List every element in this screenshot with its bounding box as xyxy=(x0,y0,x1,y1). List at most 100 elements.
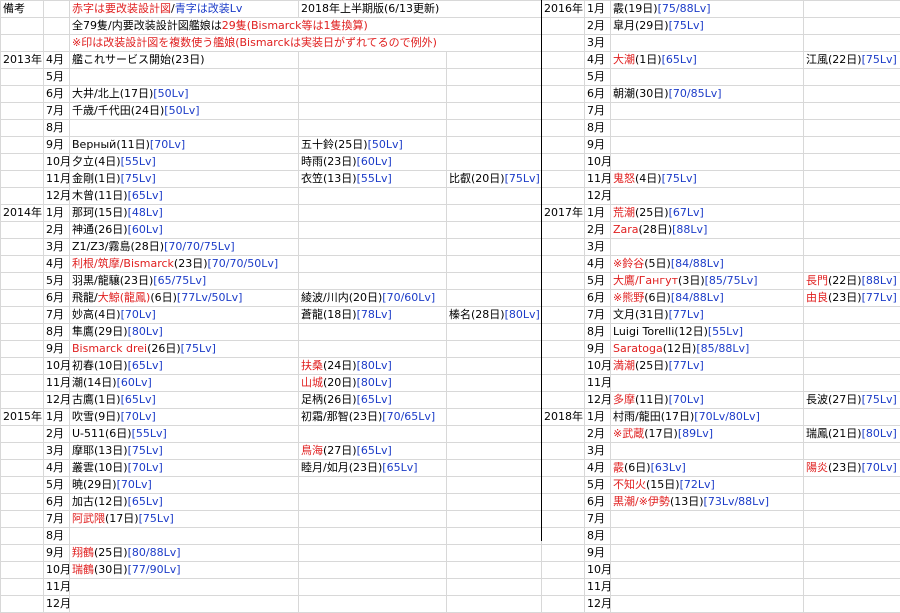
ship-entry-cell xyxy=(611,375,804,392)
month-row: 8月隼鷹(29日)[80Lv] xyxy=(1,324,542,341)
ship-entry-cell xyxy=(804,1,900,18)
ship-entry-cell: 千歳/千代田(24日)[50Lv] xyxy=(70,103,299,120)
ship-entry-cell xyxy=(447,596,542,613)
month-row: 2016年1月霰(19日)[75/88Lv] xyxy=(542,1,900,18)
ship-entry-cell xyxy=(447,239,542,256)
month-row: 10月 xyxy=(542,562,900,579)
remodel-level: [75Lv] xyxy=(862,53,897,66)
month-row: 5月 xyxy=(1,69,542,86)
ship-entry-cell xyxy=(447,579,542,596)
ship-entry-text: 瑞鳳(21日) xyxy=(806,427,862,440)
ship-entry-cell xyxy=(804,256,900,273)
ship-entry-cell: Saratoga(12日)[85/88Lv] xyxy=(611,341,804,358)
remodel-level: [80Lv] xyxy=(128,325,163,338)
blueprint-ship-name: 要改装設計図 xyxy=(105,2,171,15)
ship-entry-cell xyxy=(299,511,447,528)
month-row: 2013年4月艦これサービス開始(23日) xyxy=(1,52,542,69)
month-label: 2月 xyxy=(585,426,611,443)
ship-entry-cell xyxy=(447,528,542,545)
month-row: 2017年1月荒潮(25日)[67Lv] xyxy=(542,205,900,222)
ship-entry-cell xyxy=(611,511,804,528)
remodel-level: [75Lv] xyxy=(505,172,540,185)
ship-entry-text: 時雨(23日) xyxy=(301,155,357,168)
ship-entry-cell xyxy=(447,222,542,239)
ship-entry-cell xyxy=(299,188,447,205)
month-row: 10月初春(10日)[65Lv]扶桑(24日)[80Lv] xyxy=(1,358,542,375)
ship-entry-cell: 那珂(15日)[48Lv] xyxy=(70,205,299,222)
month-label: 1月 xyxy=(585,1,611,18)
month-label: 11月 xyxy=(44,375,70,392)
ship-entry-cell: 加古(12日)[65Lv] xyxy=(70,494,299,511)
ship-entry-cell: 衣笠(13日)[55Lv] xyxy=(299,171,447,188)
ship-entry-cell xyxy=(299,103,447,120)
month-label: 5月 xyxy=(44,477,70,494)
ship-entry-cell xyxy=(447,290,542,307)
year-label: 2015年 xyxy=(1,409,44,426)
remodel-level: [78Lv] xyxy=(357,308,392,321)
remodel-level: [75Lv] xyxy=(181,342,216,355)
center-divider xyxy=(541,0,542,541)
ship-entry-text: 皐月(29日) xyxy=(613,19,669,32)
ship-entry-cell: 長波(27日)[75Lv] xyxy=(804,392,900,409)
ship-entry-text: 文月(31日) xyxy=(613,308,669,321)
month-label: 9月 xyxy=(585,545,611,562)
ship-entry-cell xyxy=(804,358,900,375)
ship-entry-cell xyxy=(299,426,447,443)
month-row: 2月U-511(6日)[55Lv] xyxy=(1,426,542,443)
month-label: 4月 xyxy=(585,256,611,273)
ship-entry-cell xyxy=(299,494,447,511)
ship-entry-cell xyxy=(804,239,900,256)
month-row: 2月神通(26日)[60Lv] xyxy=(1,222,542,239)
remodel-level: [70Lv] xyxy=(128,461,163,474)
remodel-level: [55Lv] xyxy=(357,172,392,185)
month-row: 9月翔鶴(25日)[80/88Lv] xyxy=(1,545,542,562)
month-label: 5月 xyxy=(585,477,611,494)
year-label: 2014年 xyxy=(1,205,44,222)
ship-entry-cell xyxy=(611,596,804,613)
remodel-level: [55Lv] xyxy=(708,325,743,338)
blueprint-ship-name: 満潮 xyxy=(613,359,635,372)
remodel-level: [65Lv] xyxy=(128,189,163,202)
ship-entry-cell: 飛龍/大鯨(龍鳳)(6日)[77Lv/50Lv] xyxy=(70,290,299,307)
ship-entry-cell: 扶桑(24日)[80Lv] xyxy=(299,358,447,375)
ship-entry-cell xyxy=(447,545,542,562)
month-label: 7月 xyxy=(44,511,70,528)
ship-entry-cell xyxy=(611,137,804,154)
blueprint-ship-name: 黒潮/※伊勢 xyxy=(613,495,670,508)
month-row: 4月霰(6日)[63Lv]陽炎(23日)[70Lv] xyxy=(542,460,900,477)
month-label: 12月 xyxy=(585,392,611,409)
ship-entry-cell: 時雨(23日)[60Lv] xyxy=(299,154,447,171)
ship-entry-cell xyxy=(447,188,542,205)
ship-entry-cell: 初春(10日)[65Lv] xyxy=(70,358,299,375)
ship-entry-text: Верный(11日) xyxy=(72,138,150,151)
ship-entry-cell: 陽炎(23日)[70Lv] xyxy=(804,460,900,477)
ship-entry-cell xyxy=(299,239,447,256)
ship-entry-cell xyxy=(611,35,804,52)
month-row: 7月文月(31日)[77Lv] xyxy=(542,307,900,324)
remodel-level: 改装Lv xyxy=(208,2,243,15)
month-row: 12月 xyxy=(542,188,900,205)
ship-entry-cell xyxy=(447,69,542,86)
blueprint-ship-name: 長門 xyxy=(806,274,828,287)
ship-entry-cell: 潮(14日)[60Lv] xyxy=(70,375,299,392)
month-row: 12月木曾(11日)[65Lv] xyxy=(1,188,542,205)
ship-entry-cell xyxy=(299,273,447,290)
ship-entry-text: 潮(14日) xyxy=(72,376,117,389)
month-label: 12月 xyxy=(585,596,611,613)
ship-entry-text: 衣笠(13日) xyxy=(301,172,357,185)
month-label: 8月 xyxy=(585,528,611,545)
month-row: 6月飛龍/大鯨(龍鳳)(6日)[77Lv/50Lv]綾波/川内(20日)[70/… xyxy=(1,290,542,307)
ship-entry-cell xyxy=(611,69,804,86)
ship-entry-text: (23日) xyxy=(174,257,208,270)
ship-entry-cell: 吹雪(9日)[70Lv] xyxy=(70,409,299,426)
month-row: 4月大潮(1日)[65Lv]江風(22日)[75Lv] xyxy=(542,52,900,69)
ship-entry-cell xyxy=(447,409,542,426)
remodel-level: [70Lv] xyxy=(121,410,156,423)
month-label: 8月 xyxy=(585,120,611,137)
remodel-level: [70Lv/80Lv] xyxy=(694,410,760,423)
ship-entry-cell: 艦これサービス開始(23日) xyxy=(70,52,299,69)
month-row: 7月 xyxy=(542,511,900,528)
blueprint-ship-name: ※武蔵 xyxy=(613,427,644,440)
ship-entry-text: 妙高(4日) xyxy=(72,308,121,321)
month-label: 1月 xyxy=(44,205,70,222)
